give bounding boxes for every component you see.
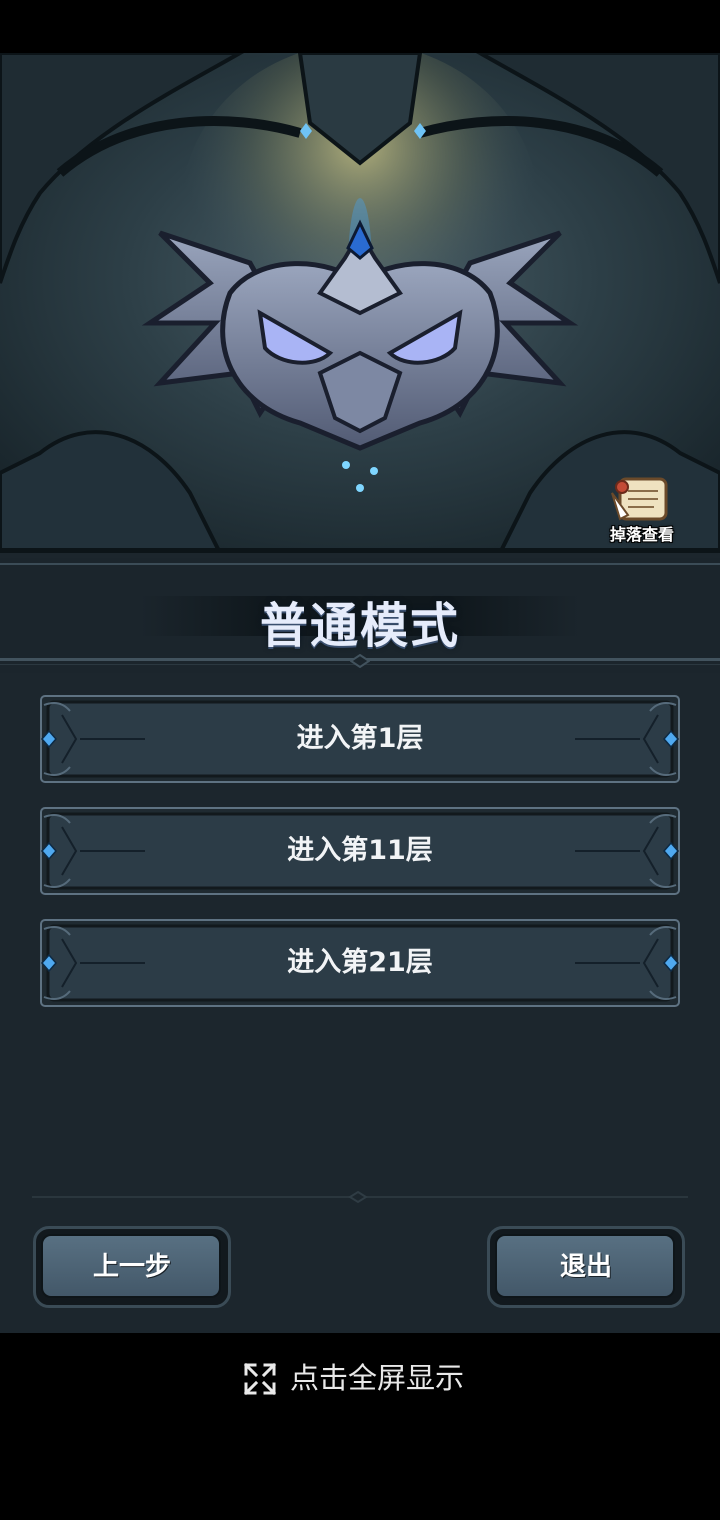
scroll-icon [611, 477, 668, 521]
mode-title-bar: 普通模式 [0, 558, 720, 673]
drop-view-label: 掉落查看 [609, 525, 674, 544]
game-screen: 掉落查看 普通模式 进入第1层 进入第11层 进入第21层 上一步 退出 [0, 53, 720, 1333]
fullscreen-label: 点击全屏显示 [290, 1361, 465, 1395]
enter-floor-21-button[interactable]: 进入第21层 [40, 919, 680, 1007]
boss-banner: 掉落查看 [0, 53, 720, 553]
floor-button-label: 进入第1层 [296, 723, 424, 754]
exit-button-label: 退出 [559, 1252, 612, 1282]
exit-button[interactable]: 退出 [487, 1226, 685, 1308]
status-bar [0, 0, 720, 53]
back-button[interactable]: 上一步 [33, 1226, 231, 1308]
floor-button-label: 进入第21层 [287, 947, 433, 978]
enter-floor-1-button[interactable]: 进入第1层 [40, 695, 680, 783]
title-bar-ornament [350, 654, 370, 668]
mode-title: 普通模式 [259, 598, 460, 654]
floor-button-label: 进入第11层 [287, 835, 433, 866]
title-bar-top-border [0, 563, 720, 565]
expand-icon [243, 1362, 277, 1396]
back-button-label: 上一步 [92, 1252, 171, 1282]
enter-floor-11-button[interactable]: 进入第11层 [40, 807, 680, 895]
drop-view-button[interactable]: 掉落查看 [598, 475, 686, 545]
fullscreen-prompt[interactable]: 点击全屏显示 [0, 1354, 720, 1404]
divider-ornament [348, 1190, 368, 1204]
